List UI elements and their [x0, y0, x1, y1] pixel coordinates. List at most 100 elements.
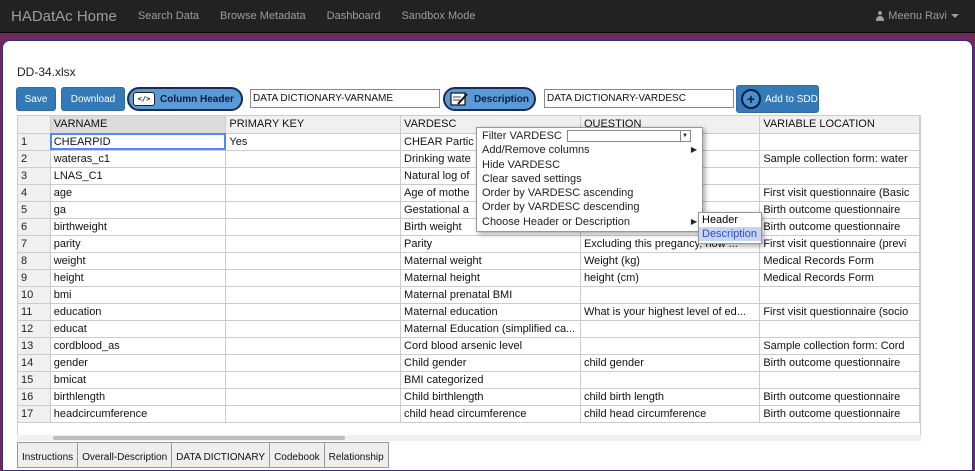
grid-cell[interactable]: Sample collection form: water [759, 150, 920, 168]
sheet-tab-overall-description[interactable]: Overall-Description [77, 442, 172, 468]
grid-cell[interactable]: Cord blood arsenic level [400, 337, 581, 355]
submenu-item-header[interactable]: Header [699, 213, 761, 227]
grid-cell[interactable]: child birth length [580, 388, 761, 406]
row-header[interactable]: 17 [18, 405, 51, 423]
grid-cell[interactable]: child head circumference [400, 405, 581, 423]
sheet-tab-data-dictionary[interactable]: DATA DICTIONARY [171, 442, 270, 468]
row-header[interactable]: 11 [18, 303, 51, 321]
grid-cell[interactable]: Maternal prenatal BMI [400, 286, 581, 304]
row-header[interactable]: 1 [18, 133, 51, 151]
grid-cell[interactable]: Maternal education [400, 303, 581, 321]
grid-cell[interactable]: education [50, 303, 227, 321]
grid-cell[interactable]: Birth outcome questionnaire [759, 405, 920, 423]
grid-cell[interactable] [580, 337, 761, 355]
grid-cell[interactable]: age [50, 184, 227, 202]
nav-search-data[interactable]: Search Data [138, 10, 199, 22]
column-header[interactable]: VARNAME [50, 116, 227, 134]
horizontal-scrollbar[interactable] [17, 435, 921, 441]
varname-input[interactable]: DATA DICTIONARY-VARNAME [250, 89, 440, 108]
scrollbar-thumb[interactable] [53, 436, 345, 440]
brand-link[interactable]: HADatAc Home [11, 8, 117, 25]
grid-cell[interactable] [580, 286, 761, 304]
row-header[interactable]: 5 [18, 201, 51, 219]
grid-cell[interactable]: Weight (kg) [580, 252, 761, 270]
row-header[interactable]: 16 [18, 388, 51, 406]
save-button[interactable]: Save [16, 87, 56, 111]
grid-cell[interactable]: educat [50, 320, 227, 338]
corner-cell[interactable] [18, 116, 51, 134]
row-header[interactable]: 14 [18, 354, 51, 372]
grid-cell[interactable]: BMI categorized [400, 371, 581, 389]
filter-input[interactable]: ▼ [567, 130, 691, 142]
grid-cell[interactable]: gender [50, 354, 227, 372]
grid-cell[interactable]: headcircumference [50, 405, 227, 423]
grid-cell[interactable] [225, 354, 402, 372]
grid-cell[interactable] [225, 235, 402, 253]
user-menu[interactable]: Meenu Ravi [875, 10, 959, 22]
row-header[interactable]: 3 [18, 167, 51, 185]
row-header[interactable]: 15 [18, 371, 51, 389]
grid-cell[interactable] [225, 218, 402, 236]
description-button[interactable]: Description [443, 87, 536, 111]
grid-cell[interactable]: height (cm) [580, 269, 761, 287]
sheet-tab-instructions[interactable]: Instructions [17, 442, 78, 468]
row-header[interactable]: 8 [18, 252, 51, 270]
grid-cell[interactable]: height [50, 269, 227, 287]
grid-cell[interactable]: ga [50, 201, 227, 219]
grid-cell[interactable] [225, 371, 402, 389]
grid-cell[interactable]: Maternal weight [400, 252, 581, 270]
grid-cell[interactable] [225, 269, 402, 287]
grid-cell[interactable]: bmi [50, 286, 227, 304]
grid-cell[interactable]: First visit questionnaire (socio [759, 303, 920, 321]
data-dictionary-grid[interactable]: VARNAME PRIMARY KEY VARDESC QUESTION VAR… [17, 115, 921, 436]
vardesc-input[interactable]: DATA DICTIONARY-VARDESC [544, 89, 734, 108]
grid-cell[interactable]: Birth outcome questionnaire [759, 388, 920, 406]
grid-cell[interactable] [225, 201, 402, 219]
grid-cell[interactable] [225, 303, 402, 321]
grid-cell[interactable]: birthlength [50, 388, 227, 406]
grid-cell[interactable]: CHEARPID [50, 133, 227, 151]
grid-cell[interactable] [225, 167, 402, 185]
row-header[interactable]: 7 [18, 235, 51, 253]
menu-item-order-descending[interactable]: Order by VARDESC descending [477, 200, 702, 214]
grid-cell[interactable] [759, 167, 920, 185]
grid-cell[interactable] [225, 150, 402, 168]
nav-dashboard[interactable]: Dashboard [327, 10, 381, 22]
grid-cell[interactable]: Maternal Education (simplified ca... [400, 320, 581, 338]
grid-cell[interactable]: First visit questionnaire (previ [759, 235, 920, 253]
column-header[interactable]: VARIABLE LOCATION [759, 116, 920, 134]
grid-cell[interactable] [225, 337, 402, 355]
grid-cell[interactable]: What is your highest level of ed... [580, 303, 761, 321]
grid-cell[interactable]: Child birthlength [400, 388, 581, 406]
grid-cell[interactable]: Medical Records Form [759, 269, 920, 287]
grid-cell[interactable]: Birth outcome questionnaire [759, 218, 920, 236]
grid-cell[interactable]: child gender [580, 354, 761, 372]
download-button[interactable]: Download [61, 87, 125, 111]
row-header[interactable]: 10 [18, 286, 51, 304]
grid-cell[interactable]: Parity [400, 235, 581, 253]
sheet-tab-codebook[interactable]: Codebook [269, 442, 324, 468]
row-header[interactable]: 2 [18, 150, 51, 168]
grid-cell[interactable]: LNAS_C1 [50, 167, 227, 185]
grid-cell[interactable]: child head circumference [580, 405, 761, 423]
grid-cell[interactable] [225, 388, 402, 406]
grid-cell[interactable]: Child gender [400, 354, 581, 372]
grid-cell[interactable]: parity [50, 235, 227, 253]
add-to-sdd-button[interactable]: + Add to SDD [736, 85, 819, 113]
menu-item-hide-column[interactable]: Hide VARDESC [477, 158, 702, 172]
row-header[interactable]: 12 [18, 320, 51, 338]
menu-item-clear-settings[interactable]: Clear saved settings [477, 172, 702, 186]
grid-cell[interactable] [759, 371, 920, 389]
menu-item-add-remove-columns[interactable]: Add/Remove columns ▶ [477, 143, 702, 157]
grid-cell[interactable]: Yes [225, 133, 402, 151]
row-header[interactable]: 6 [18, 218, 51, 236]
grid-cell[interactable] [225, 320, 402, 338]
row-header[interactable]: 9 [18, 269, 51, 287]
grid-cell[interactable]: Sample collection form: Cord [759, 337, 920, 355]
grid-cell[interactable]: cordblood_as [50, 337, 227, 355]
grid-cell[interactable]: wateras_c1 [50, 150, 227, 168]
nav-sandbox-mode[interactable]: Sandbox Mode [401, 10, 475, 22]
menu-item-choose-header-description[interactable]: Choose Header or Description ▶ [477, 215, 702, 229]
menu-item-filter[interactable]: Filter VARDESC ▼ [477, 129, 702, 143]
row-header[interactable]: 13 [18, 337, 51, 355]
